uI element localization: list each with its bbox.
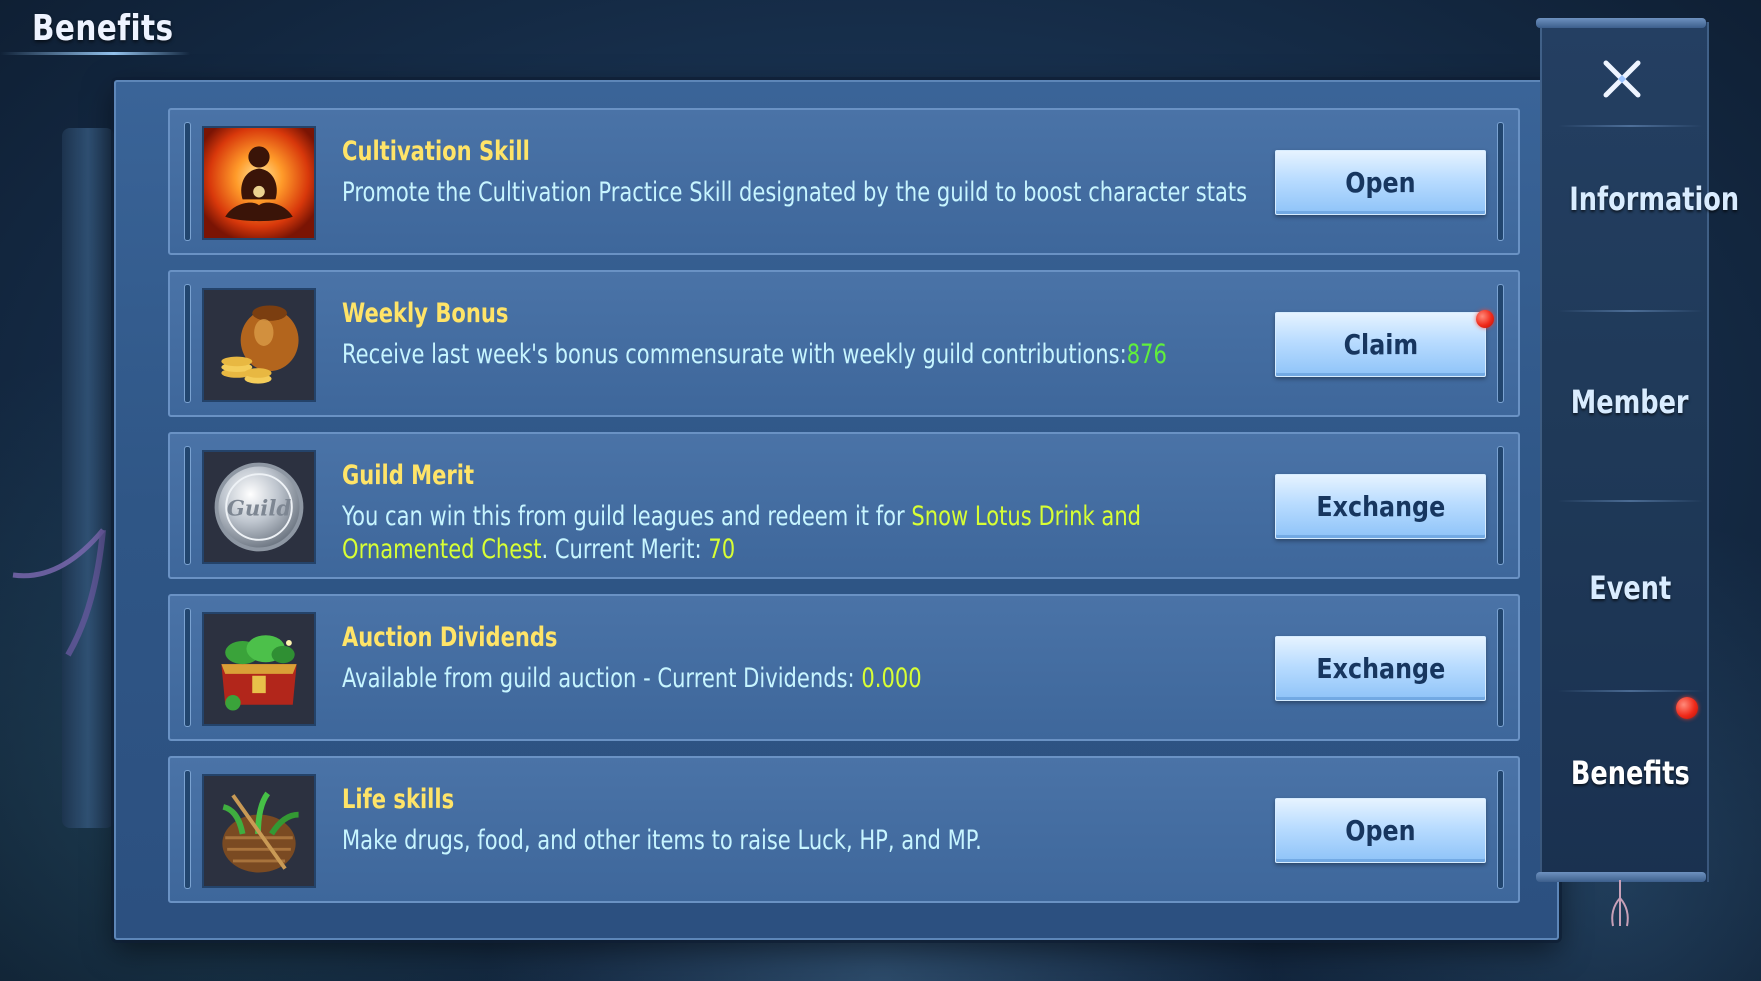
nav-tab-label: Member [1571, 383, 1689, 421]
button-label: Open [1345, 814, 1416, 847]
exchange-guild-merit-button[interactable]: Exchange [1275, 474, 1486, 539]
button-label: Open [1345, 166, 1416, 199]
benefit-title: Cultivation Skill [342, 136, 530, 167]
guild-coin-icon: Guild [202, 450, 316, 564]
benefit-description: You can win this from guild leagues and … [342, 500, 1251, 566]
title-underline [0, 52, 190, 55]
benefit-row-guild-merit: Guild Guild Merit You can win this from … [168, 432, 1520, 579]
nav-divider [1558, 125, 1703, 127]
benefit-row-life-skills: Life skills Make drugs, food, and other … [168, 756, 1520, 903]
nav-tab-information[interactable]: Information [1548, 180, 1739, 218]
nav-tab-label: Benefits [1570, 754, 1690, 792]
nav-divider [1558, 500, 1703, 502]
benefit-row-auction-dividends: Auction Dividends Available from guild a… [168, 594, 1520, 741]
ribbon-decoration [12, 528, 106, 657]
nav-divider [1558, 690, 1703, 692]
button-label: Exchange [1316, 652, 1445, 685]
benefit-title: Life skills [342, 784, 455, 815]
description-text: Receive last week's bonus commensurate w… [342, 339, 1127, 370]
exchange-auction-dividends-button[interactable]: Exchange [1275, 636, 1486, 701]
scroll-roll-decoration [62, 128, 114, 828]
benefit-title: Auction Dividends [342, 622, 558, 653]
benefit-title: Guild Merit [342, 460, 475, 491]
description-text: . Current Merit: [541, 534, 709, 565]
benefit-description: Make drugs, food, and other items to rai… [342, 825, 982, 856]
open-cultivation-skill-button[interactable]: Open [1275, 150, 1486, 215]
current-dividends-value: 0.000 [861, 663, 922, 694]
button-label: Claim [1343, 328, 1418, 361]
benefit-description: Receive last week's bonus commensurate w… [342, 338, 1251, 371]
treasure-chest-icon [202, 612, 316, 726]
herb-basket-icon [202, 774, 316, 888]
benefit-description: Available from guild auction - Current D… [342, 662, 1251, 695]
scroll-rod-top [1536, 18, 1706, 28]
tassel-decoration [1611, 880, 1629, 927]
side-nav-scroll [1540, 22, 1709, 882]
weekly-contribution-value: 876 [1126, 339, 1167, 370]
close-x-icon[interactable] [1598, 55, 1646, 103]
nav-tab-label: Information [1569, 180, 1740, 218]
nav-divider [1558, 310, 1703, 312]
current-merit-value: 70 [708, 534, 736, 565]
meditation-icon [202, 126, 316, 240]
guild-coin-text: Guild [227, 497, 292, 522]
benefits-panel: Cultivation Skill Promote the Cultivatio… [114, 80, 1559, 940]
page-title: Benefits [32, 8, 174, 49]
benefit-row-cultivation-skill: Cultivation Skill Promote the Cultivatio… [168, 108, 1520, 255]
button-label: Exchange [1316, 490, 1445, 523]
nav-tab-member[interactable]: Member [1548, 383, 1712, 421]
benefit-row-weekly-bonus: Weekly Bonus Receive last week's bonus c… [168, 270, 1520, 417]
open-life-skills-button[interactable]: Open [1275, 798, 1486, 863]
nav-tab-label: Event [1589, 569, 1671, 607]
benefit-title: Weekly Bonus [342, 298, 509, 329]
description-text: Available from guild auction - Current D… [342, 663, 862, 694]
benefit-description: Promote the Cultivation Practice Skill d… [342, 177, 1248, 208]
coin-bag-icon [202, 288, 316, 402]
nav-tab-event[interactable]: Event [1548, 569, 1712, 607]
nav-tab-benefits[interactable]: Benefits [1548, 754, 1712, 792]
description-text: You can win this from guild leagues and … [342, 501, 912, 532]
claim-weekly-bonus-button[interactable]: Claim [1275, 312, 1486, 377]
notification-dot [1676, 697, 1698, 719]
notification-dot [1476, 310, 1494, 328]
